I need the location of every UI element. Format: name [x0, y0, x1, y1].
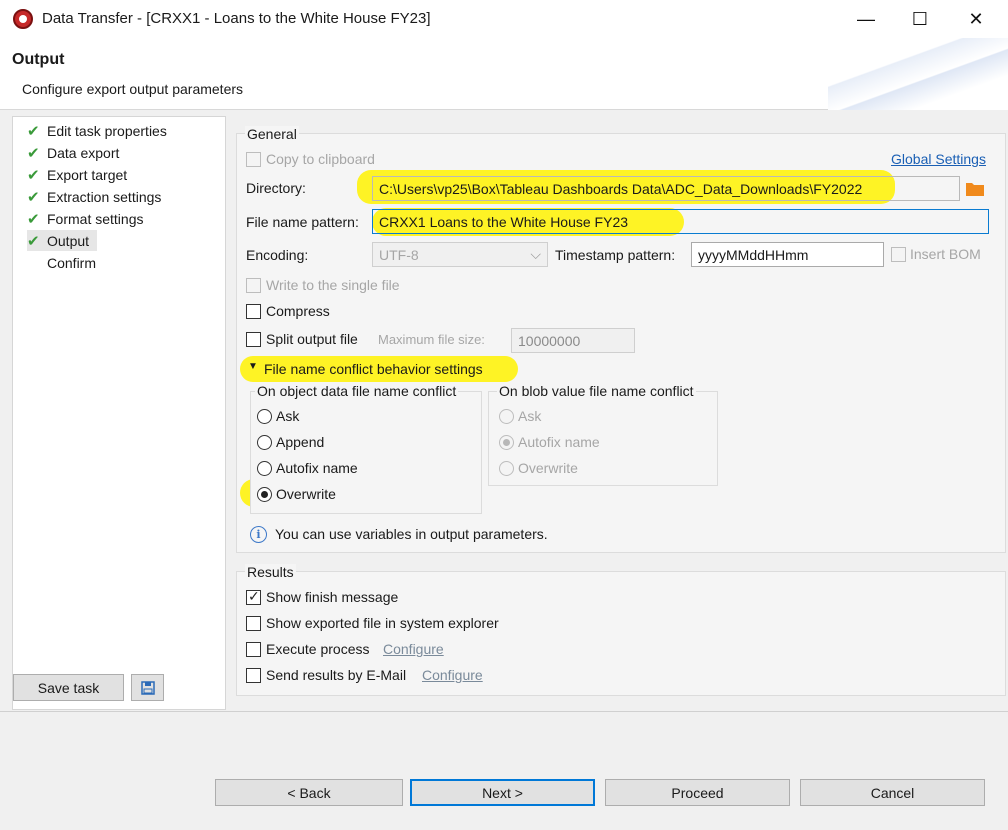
- wizard-header: Output Configure export output parameter…: [0, 38, 1008, 110]
- object-conflict-autofix-radio[interactable]: [257, 461, 272, 476]
- check-icon: ✔: [27, 232, 40, 250]
- timestamp-pattern-label: Timestamp pattern:: [555, 247, 676, 263]
- encoding-value: UTF-8: [379, 247, 419, 263]
- write-single-file-label: Write to the single file: [266, 277, 400, 293]
- nav-item-label: Data export: [47, 144, 120, 161]
- execute-process-label: Execute process: [266, 641, 370, 657]
- wizard-steps-nav: ✔ Edit task properties ✔ Data export ✔ E…: [12, 116, 226, 710]
- conflict-settings-toggle[interactable]: File name conflict behavior settings: [264, 361, 483, 377]
- save-task-icon-button[interactable]: [131, 674, 164, 701]
- cancel-button[interactable]: Cancel: [800, 779, 985, 806]
- insert-bom-checkbox[interactable]: [891, 247, 906, 262]
- nav-item-extraction-settings[interactable]: ✔ Extraction settings: [27, 186, 161, 207]
- close-icon: ✕: [968, 8, 984, 29]
- send-email-label: Send results by E-Mail: [266, 667, 407, 683]
- compress-label: Compress: [266, 303, 330, 319]
- send-email-configure-link[interactable]: Configure: [422, 667, 483, 683]
- nav-item-label: Export target: [47, 166, 128, 183]
- nav-item-output[interactable]: ✔ Output: [27, 230, 98, 251]
- floppy-disk-icon: [140, 680, 155, 695]
- split-output-checkbox[interactable]: [246, 332, 261, 347]
- object-conflict-legend: On object data file name conflict: [255, 383, 459, 399]
- object-conflict-autofix-label: Autofix name: [276, 460, 358, 476]
- minimize-icon: —: [857, 8, 875, 29]
- proceed-button[interactable]: Proceed: [605, 779, 790, 806]
- general-legend: General: [245, 126, 299, 142]
- max-file-size-label: Maximum file size:: [378, 332, 485, 347]
- browse-folder-button[interactable]: [965, 180, 985, 197]
- nav-item-label: Format settings: [47, 210, 144, 227]
- copy-to-clipboard-checkbox[interactable]: [246, 152, 261, 167]
- chevron-down-icon: ⌵: [530, 246, 541, 262]
- show-in-explorer-checkbox[interactable]: [246, 616, 261, 631]
- directory-input[interactable]: C:\Users\vp25\Box\Tableau Dashboards Dat…: [372, 176, 960, 201]
- insert-bom-label: Insert BOM: [910, 246, 981, 262]
- check-icon: ✔: [27, 122, 40, 140]
- blob-conflict-autofix-radio[interactable]: [499, 435, 514, 450]
- show-in-explorer-label: Show exported file in system explorer: [266, 615, 499, 631]
- blob-conflict-overwrite-label: Overwrite: [518, 460, 578, 476]
- directory-label: Directory:: [246, 180, 306, 196]
- check-icon: ✔: [27, 210, 40, 228]
- blob-conflict-overwrite-radio[interactable]: [499, 461, 514, 476]
- encoding-label: Encoding:: [246, 247, 309, 263]
- file-name-pattern-input[interactable]: CRXX1 Loans to the White House FY23: [372, 209, 989, 234]
- info-icon: i: [250, 526, 267, 543]
- global-settings-link[interactable]: Global Settings: [891, 151, 986, 167]
- copy-to-clipboard-label: Copy to clipboard: [266, 151, 375, 167]
- blob-conflict-autofix-label: Autofix name: [518, 434, 600, 450]
- nav-item-label: Extraction settings: [47, 188, 162, 205]
- app-logo-icon: [13, 9, 33, 29]
- close-button[interactable]: ✕: [950, 0, 1002, 38]
- show-finish-message-label: Show finish message: [266, 589, 399, 605]
- timestamp-pattern-input[interactable]: yyyyMMddHHmm: [691, 242, 884, 267]
- execute-process-configure-link[interactable]: Configure: [383, 641, 444, 657]
- nav-item-label: Edit task properties: [47, 122, 167, 139]
- object-conflict-ask-label: Ask: [276, 408, 300, 424]
- split-output-label: Split output file: [266, 331, 358, 347]
- maximize-icon: ☐: [911, 8, 929, 29]
- object-conflict-append-radio[interactable]: [257, 435, 272, 450]
- page-subtitle: Configure export output parameters: [22, 81, 244, 97]
- nav-item-edit-task-properties[interactable]: ✔ Edit task properties: [27, 120, 167, 141]
- object-conflict-ask-radio[interactable]: [257, 409, 272, 424]
- check-icon: ✔: [27, 188, 40, 206]
- check-icon: ✔: [27, 144, 40, 162]
- window-title: Data Transfer - [CRXX1 - Loans to the Wh…: [42, 10, 431, 27]
- page-title: Output: [12, 51, 65, 68]
- show-finish-message-checkbox[interactable]: [246, 588, 261, 605]
- execute-process-checkbox[interactable]: [246, 642, 261, 657]
- info-text: You can use variables in output paramete…: [275, 526, 548, 542]
- maximize-button[interactable]: ☐: [894, 0, 946, 38]
- header-decoration: [828, 38, 1008, 110]
- nav-item-confirm[interactable]: Confirm: [27, 252, 96, 273]
- object-conflict-overwrite-label: Overwrite: [276, 486, 336, 502]
- encoding-select[interactable]: UTF-8 ⌵: [372, 242, 548, 267]
- object-conflict-overwrite-radio[interactable]: [257, 487, 272, 502]
- folder-icon: [966, 183, 984, 196]
- file-name-pattern-label: File name pattern:: [246, 214, 359, 230]
- send-email-checkbox[interactable]: [246, 668, 261, 683]
- nav-item-label: Output: [47, 232, 90, 249]
- expand-arrow-icon[interactable]: ▼: [248, 361, 258, 372]
- check-icon: ✔: [27, 166, 40, 184]
- nav-item-label: Confirm: [47, 254, 97, 271]
- max-file-size-input[interactable]: 10000000: [511, 328, 635, 353]
- compress-checkbox[interactable]: [246, 304, 261, 319]
- nav-item-export-target[interactable]: ✔ Export target: [27, 164, 127, 185]
- blob-conflict-legend: On blob value file name conflict: [497, 383, 696, 399]
- blob-conflict-ask-label: Ask: [518, 408, 542, 424]
- title-bar: Data Transfer - [CRXX1 - Loans to the Wh…: [0, 0, 1008, 38]
- save-task-button[interactable]: Save task: [13, 674, 124, 701]
- write-single-file-checkbox[interactable]: [246, 278, 261, 293]
- results-legend: Results: [245, 564, 296, 580]
- nav-item-data-export[interactable]: ✔ Data export: [27, 142, 119, 163]
- blob-conflict-ask-radio[interactable]: [499, 409, 514, 424]
- nav-item-format-settings[interactable]: ✔ Format settings: [27, 208, 143, 229]
- back-button[interactable]: < Back: [215, 779, 403, 806]
- next-button[interactable]: Next >: [410, 779, 595, 806]
- minimize-button[interactable]: —: [840, 0, 892, 38]
- object-conflict-append-label: Append: [276, 434, 325, 450]
- wizard-button-bar: [0, 711, 1008, 830]
